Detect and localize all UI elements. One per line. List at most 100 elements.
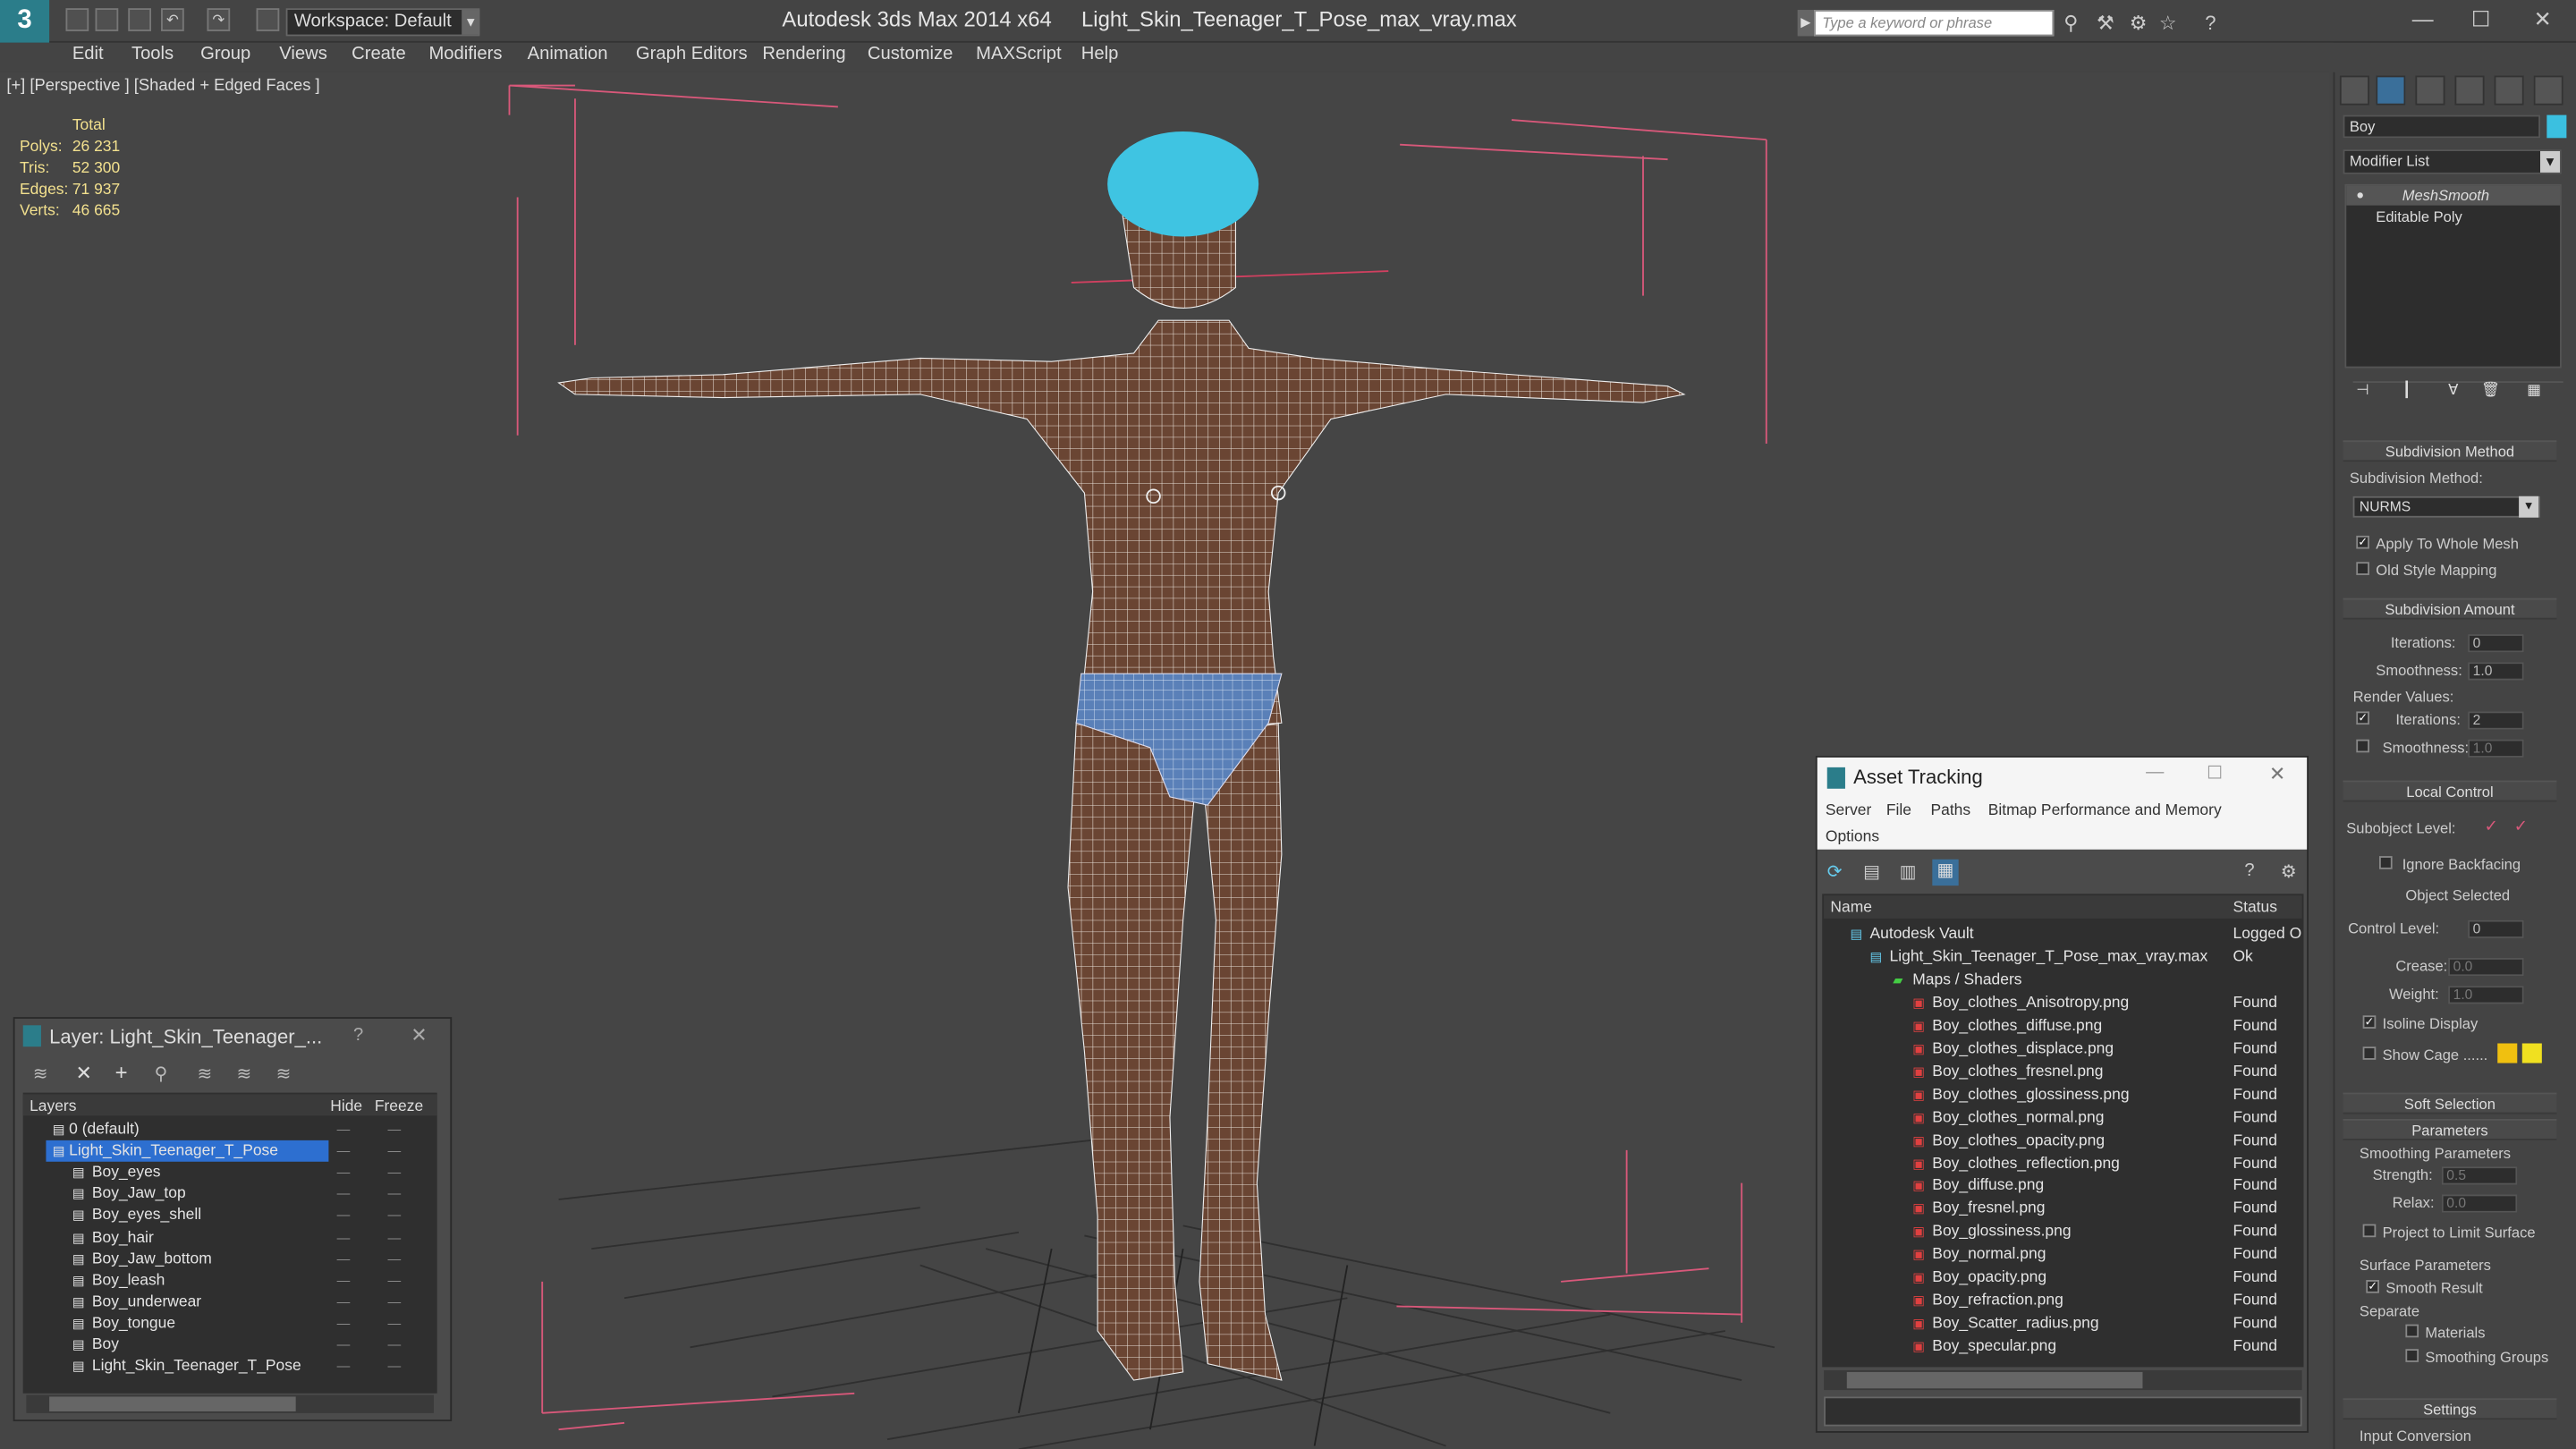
hide-toggle[interactable]: —	[337, 1292, 351, 1313]
freeze-all-icon[interactable]: ≋	[276, 1063, 292, 1084]
create-layer-icon[interactable]: ≋	[33, 1063, 48, 1084]
pin-stack-icon[interactable]: ⊣	[2356, 381, 2368, 399]
freeze-column-header[interactable]: Freeze	[375, 1097, 423, 1115]
hide-toggle[interactable]: —	[337, 1269, 351, 1291]
rollout-settings[interactable]: Settings	[2343, 1398, 2557, 1420]
layer-row[interactable]: ▤ Boy_underwear — —	[23, 1292, 437, 1313]
hide-toggle[interactable]: —	[337, 1183, 351, 1205]
hide-toggle[interactable]: —	[337, 1356, 351, 1377]
asset-row[interactable]: ▣ Boy_clothes_fresnel.png Found	[1824, 1061, 2302, 1082]
hide-toggle[interactable]: —	[337, 1119, 351, 1140]
edge-level-icon[interactable]: ✓	[2514, 818, 2528, 836]
subscription-icon[interactable]: ⚒	[2097, 12, 2114, 35]
layers-column-header[interactable]: Layers	[30, 1097, 76, 1115]
layer-row[interactable]: ▤ Boy_eyes — —	[23, 1162, 437, 1183]
asset-row[interactable]: ▣ Boy_clothes_glossiness.png Found	[1824, 1084, 2302, 1106]
thumbnail-view-icon[interactable]: ▥	[1900, 861, 1917, 882]
viewport-label[interactable]: [+] [Perspective ] [Shaded + Edged Faces…	[6, 77, 319, 95]
communication-icon[interactable]: ⚙	[2130, 12, 2148, 35]
help-icon[interactable]: ?	[2205, 12, 2216, 35]
create-tab-icon[interactable]	[2339, 75, 2369, 106]
search-expand-icon[interactable]: ▶	[1797, 10, 1815, 37]
rollout-subdivision-amount[interactable]: Subdivision Amount	[2343, 597, 2557, 620]
rollout-local-control[interactable]: Local Control	[2343, 780, 2557, 802]
menu-views[interactable]: Views	[279, 45, 327, 64]
render-smoothness-spinner[interactable]: 1.0	[2468, 739, 2524, 758]
new-file-icon[interactable]	[65, 8, 89, 31]
asset-menu-server[interactable]: Server	[1826, 801, 1871, 819]
modify-tab-icon[interactable]	[2376, 75, 2406, 106]
layer-row[interactable]: ▤ 0 (default) — —	[23, 1119, 437, 1140]
weight-spinner[interactable]: 1.0	[2448, 986, 2524, 1004]
asset-menu-paths[interactable]: Paths	[1930, 801, 1970, 819]
rollout-soft-selection[interactable]: Soft Selection	[2343, 1092, 2557, 1114]
smoothness-spinner[interactable]: 1.0	[2468, 662, 2524, 681]
menu-rendering[interactable]: Rendering	[762, 45, 845, 64]
asset-row[interactable]: ▣ Boy_clothes_displace.png Found	[1824, 1038, 2302, 1060]
character-mesh[interactable]	[557, 131, 1686, 1381]
asset-settings-icon[interactable]: ⚙	[2281, 861, 2297, 882]
freeze-toggle[interactable]: —	[388, 1183, 402, 1205]
stack-item-meshsmooth[interactable]: MeshSmooth	[2402, 187, 2489, 203]
hide-toggle[interactable]: —	[337, 1205, 351, 1226]
workspace-chevron-down-icon[interactable]: ▼	[462, 10, 480, 35]
close-icon[interactable]: ✕	[2534, 6, 2552, 32]
freeze-toggle[interactable]: —	[388, 1269, 402, 1291]
materials-checkbox[interactable]	[2405, 1324, 2419, 1338]
workspace-dropdown[interactable]: Workspace: Default	[285, 8, 480, 37]
open-file-icon[interactable]	[95, 8, 119, 31]
favorites-star-icon[interactable]: ☆	[2159, 12, 2177, 35]
make-unique-icon[interactable]: ∀	[2448, 381, 2458, 399]
apply-whole-mesh-checkbox[interactable]: ✓	[2356, 535, 2369, 549]
asset-row[interactable]: ▰ Maps / Shaders	[1824, 970, 2302, 991]
freeze-toggle[interactable]: —	[388, 1356, 402, 1377]
lightbulb-icon[interactable]: ●	[2356, 187, 2364, 202]
subdiv-method-dropdown[interactable]: NURMS	[2352, 496, 2541, 518]
show-end-result-icon[interactable]: ┃	[2402, 381, 2411, 399]
iterations-spinner[interactable]: 0	[2468, 634, 2524, 653]
hide-toggle[interactable]: —	[337, 1140, 351, 1162]
old-style-mapping-checkbox[interactable]	[2356, 562, 2369, 575]
asset-row[interactable]: ▣ Boy_diffuse.png Found	[1824, 1175, 2302, 1197]
subdiv-method-chevron-down-icon[interactable]: ▼	[2519, 496, 2539, 518]
app-logo-icon[interactable]: 3	[0, 0, 50, 43]
freeze-toggle[interactable]: —	[388, 1162, 402, 1183]
render-iterations-checkbox[interactable]: ✓	[2356, 711, 2369, 725]
cage-color-2-swatch[interactable]	[2521, 1043, 2542, 1063]
stack-item-editable-poly[interactable]: Editable Poly	[2376, 208, 2462, 225]
strength-spinner[interactable]: 0.5	[2441, 1166, 2518, 1185]
menu-create[interactable]: Create	[352, 45, 406, 64]
relax-spinner[interactable]: 0.0	[2441, 1194, 2518, 1213]
layer-row[interactable]: ▤ Boy_tongue — —	[23, 1313, 437, 1335]
project-limit-surface-checkbox[interactable]	[2362, 1224, 2377, 1238]
asset-path-field[interactable]	[1824, 1396, 2302, 1427]
select-in-layer-icon[interactable]: ⚲	[155, 1063, 168, 1084]
isoline-display-checkbox[interactable]: ✓	[2362, 1015, 2377, 1029]
crease-spinner[interactable]: 0.0	[2448, 957, 2524, 977]
menu-modifiers[interactable]: Modifiers	[428, 45, 502, 64]
hide-toggle[interactable]: —	[337, 1335, 351, 1356]
add-to-layer-icon[interactable]: +	[115, 1060, 128, 1085]
asset-row[interactable]: ▤ Light_Skin_Teenager_T_Pose_max_vray.max…	[1824, 946, 2302, 968]
render-smoothness-checkbox[interactable]	[2356, 739, 2369, 753]
hide-toggle[interactable]: —	[337, 1313, 351, 1335]
hide-all-icon[interactable]: ≋	[237, 1063, 252, 1084]
menu-group[interactable]: Group	[200, 45, 250, 64]
minimize-icon[interactable]: —	[2412, 6, 2434, 31]
modifier-list-dropdown[interactable]: Modifier List	[2343, 149, 2562, 174]
utilities-tab-icon[interactable]	[2533, 75, 2563, 106]
menu-edit[interactable]: Edit	[72, 45, 104, 64]
cage-color-1-swatch[interactable]	[2497, 1043, 2518, 1063]
asset-row[interactable]: ▣ Boy_clothes_reflection.png Found	[1824, 1153, 2302, 1174]
freeze-toggle[interactable]: —	[388, 1226, 402, 1248]
redo-icon[interactable]: ↷	[207, 8, 231, 31]
asset-row[interactable]: ▣ Boy_refraction.png Found	[1824, 1290, 2302, 1311]
asset-scroll-thumb[interactable]	[1846, 1371, 2143, 1389]
asset-row[interactable]: ▤ Autodesk Vault Logged O	[1824, 923, 2302, 945]
layer-row[interactable]: ▤ Boy — —	[23, 1335, 437, 1356]
freeze-toggle[interactable]: —	[388, 1119, 402, 1140]
hide-column-header[interactable]: Hide	[330, 1097, 362, 1115]
asset-row[interactable]: ▣ Boy_clothes_diffuse.png Found	[1824, 1015, 2302, 1037]
hierarchy-tab-icon[interactable]	[2415, 75, 2445, 106]
hide-toggle[interactable]: —	[337, 1226, 351, 1248]
